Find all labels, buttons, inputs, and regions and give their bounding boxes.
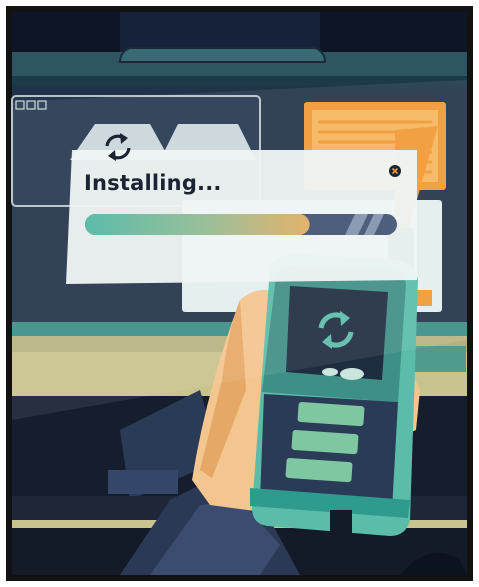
illustration	[0, 0, 479, 587]
close-button[interactable]	[389, 165, 401, 177]
dialog-title: Installing...	[84, 171, 222, 195]
progress-bar	[85, 214, 397, 235]
progress-fill	[85, 214, 310, 235]
